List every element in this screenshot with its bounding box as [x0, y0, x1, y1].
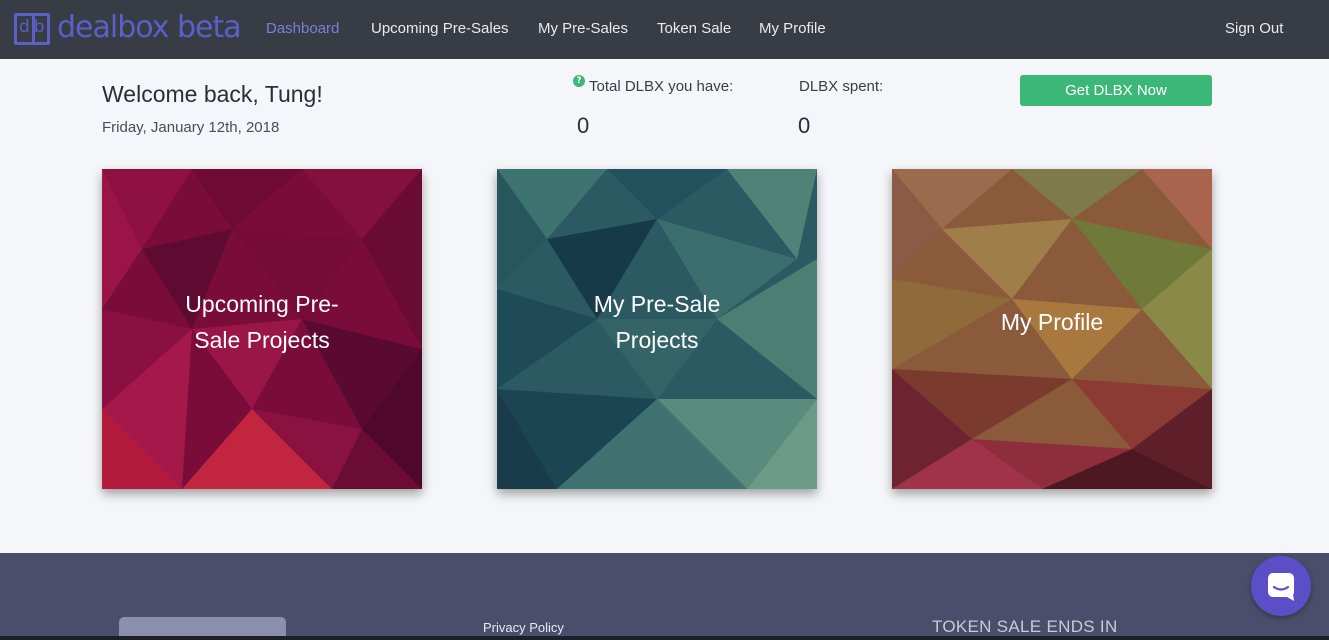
- dealbox-logo-icon[interactable]: db: [14, 13, 50, 45]
- nav-token-sale[interactable]: Token Sale: [657, 20, 731, 37]
- get-dlbx-now-button[interactable]: Get DLBX Now: [1020, 75, 1212, 106]
- chat-launcher-button[interactable]: [1251, 556, 1311, 616]
- tile-label-line: My Pre-Sale: [593, 291, 721, 317]
- bottom-strip: [0, 636, 1329, 640]
- tile-label-line: Projects: [615, 327, 699, 353]
- top-navbar: db dealbox beta Dashboard Upcoming Pre-S…: [0, 0, 1329, 59]
- question-circle-icon[interactable]: ?: [573, 75, 585, 87]
- token-sale-countdown-label: TOKEN SALE ENDS IN: [932, 617, 1118, 636]
- page-footer: Privacy Policy TOKEN SALE ENDS IN: [0, 553, 1329, 640]
- brand-name[interactable]: dealbox beta: [57, 10, 242, 45]
- tile-label-line: Upcoming Pre-: [185, 291, 339, 317]
- tile-upcoming-pre-sale-projects[interactable]: Upcoming Pre- Sale Projects: [102, 169, 422, 489]
- welcome-heading: Welcome back, Tung!: [102, 81, 323, 107]
- dlbx-spent-label: DLBX spent:: [799, 78, 884, 95]
- nav-upcoming-pre-sales[interactable]: Upcoming Pre-Sales: [371, 20, 509, 37]
- chat-bubble-icon: [1268, 573, 1294, 601]
- privacy-policy-link[interactable]: Privacy Policy: [483, 620, 564, 635]
- tile-my-pre-sale-projects[interactable]: My Pre-Sale Projects: [497, 169, 817, 489]
- nav-my-pre-sales[interactable]: My Pre-Sales: [538, 20, 628, 37]
- nav-dashboard[interactable]: Dashboard: [266, 20, 339, 37]
- tile-label-line: Sale Projects: [194, 327, 330, 353]
- tile-my-profile[interactable]: My Profile: [892, 169, 1212, 489]
- current-date: Friday, January 12th, 2018: [102, 119, 280, 136]
- total-dlbx-value: 0: [577, 113, 590, 138]
- logo-mark-text: db: [19, 17, 49, 37]
- tile-label: My Pre-Sale Projects: [537, 286, 777, 358]
- sign-out-link[interactable]: Sign Out: [1225, 20, 1283, 37]
- nav-my-profile[interactable]: My Profile: [759, 20, 826, 37]
- dlbx-spent-value: 0: [798, 113, 811, 138]
- total-dlbx-label: Total DLBX you have:: [589, 78, 734, 95]
- tile-label: Upcoming Pre- Sale Projects: [142, 286, 382, 358]
- tile-label: My Profile: [1000, 309, 1104, 335]
